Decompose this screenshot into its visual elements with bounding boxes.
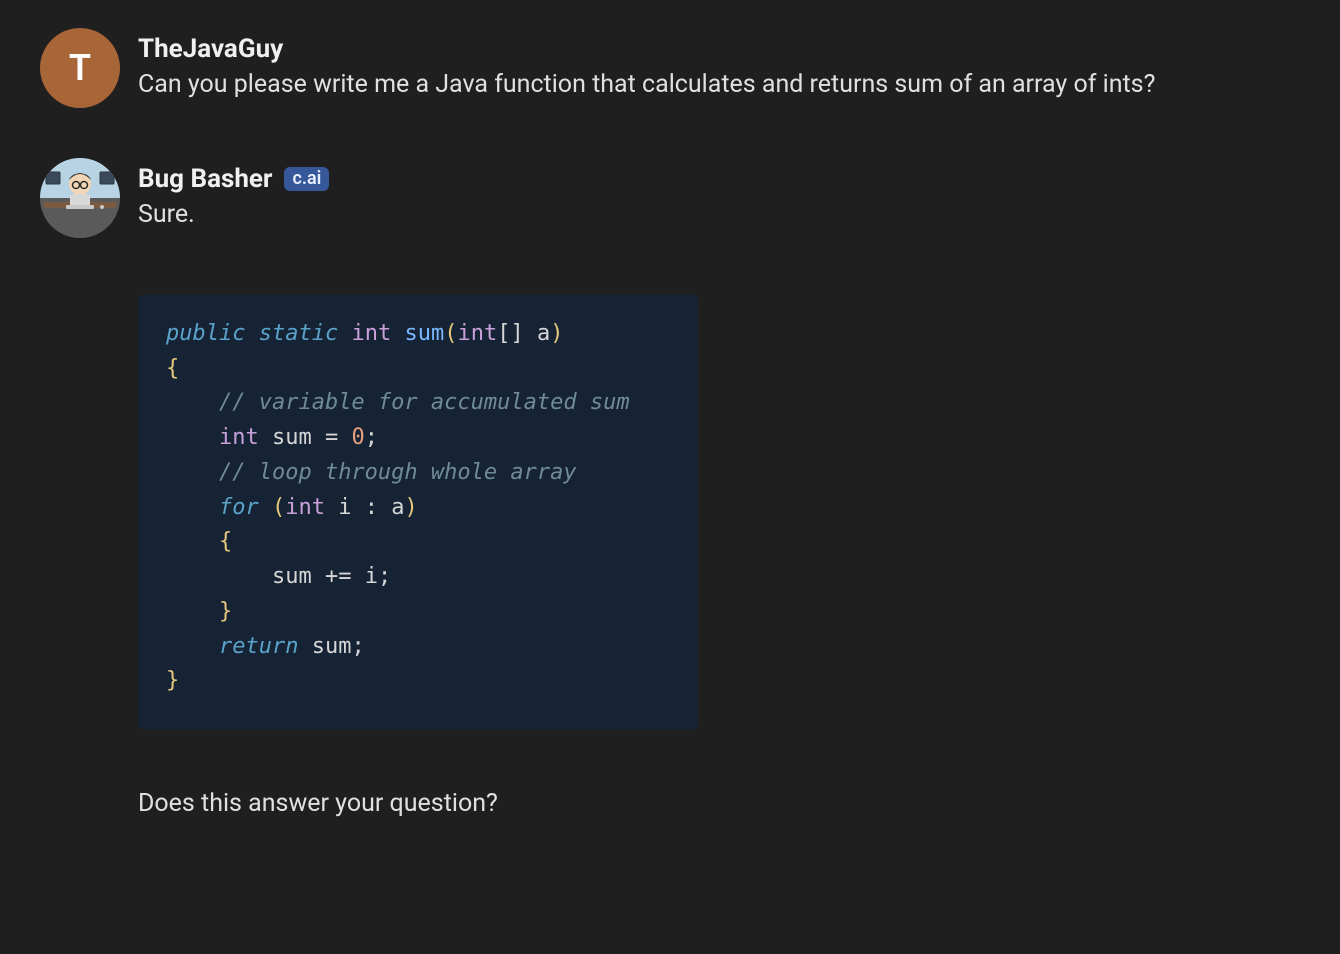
code-token: } — [166, 668, 179, 693]
code-token: int — [457, 321, 497, 346]
bot-badge: c.ai — [284, 167, 329, 191]
avatar-bot[interactable] — [40, 158, 120, 238]
code-token: a — [537, 321, 550, 346]
code-token: ) — [404, 495, 417, 520]
avatar-user[interactable]: T — [40, 28, 120, 108]
code-token: ) — [550, 321, 563, 346]
message-text: Can you please write me a Java function … — [138, 66, 1228, 105]
chat-message-user: T TheJavaGuy Can you please write me a J… — [40, 28, 1300, 108]
message-text-intro: Sure. — [138, 196, 1228, 235]
code-token: : — [365, 495, 378, 520]
username[interactable]: TheJavaGuy — [138, 34, 283, 64]
code-comment: // variable for accumulated sum — [219, 390, 630, 415]
avatar-letter: T — [69, 47, 91, 89]
code-token: return — [219, 634, 298, 659]
code-token: ( — [444, 321, 457, 346]
code-token: { — [166, 356, 179, 381]
code-token: sum — [272, 425, 312, 450]
code-token: static — [259, 321, 338, 346]
chat-message-bot: Bug Basher c.ai Sure. public static int … — [40, 158, 1300, 818]
code-token: a — [391, 495, 404, 520]
username[interactable]: Bug Basher — [138, 164, 272, 194]
code-token: int — [219, 425, 259, 450]
code-token: } — [219, 599, 232, 624]
code-token: i — [338, 495, 351, 520]
avatar-bot-icon — [40, 158, 120, 238]
code-token: int — [285, 495, 325, 520]
code-token: ( — [272, 495, 285, 520]
message-header: TheJavaGuy — [138, 28, 1300, 64]
code-token: for — [219, 495, 259, 520]
code-comment: // loop through whole array — [219, 460, 577, 485]
code-token: += — [325, 564, 352, 589]
code-token: ; — [351, 634, 364, 659]
code-token: { — [219, 529, 232, 554]
code-token: = — [325, 425, 338, 450]
code-token: sum — [404, 321, 444, 346]
code-token: sum — [272, 564, 312, 589]
code-block[interactable]: public static int sum(int[] a) { // vari… — [138, 295, 698, 729]
code-token: int — [351, 321, 391, 346]
code-token: public — [166, 321, 245, 346]
code-token: 0 — [351, 425, 364, 450]
code-token: i — [365, 564, 378, 589]
code-token: ; — [378, 564, 391, 589]
message-body: TheJavaGuy Can you please write me a Jav… — [138, 28, 1300, 105]
code-token: sum — [312, 634, 352, 659]
message-followup: Does this answer your question? — [138, 789, 1300, 818]
message-body: Bug Basher c.ai Sure. public static int … — [138, 158, 1300, 818]
chat-container: T TheJavaGuy Can you please write me a J… — [0, 0, 1340, 858]
code-token: ; — [365, 425, 378, 450]
code-token: [] — [497, 321, 524, 346]
message-header: Bug Basher c.ai — [138, 158, 1300, 194]
